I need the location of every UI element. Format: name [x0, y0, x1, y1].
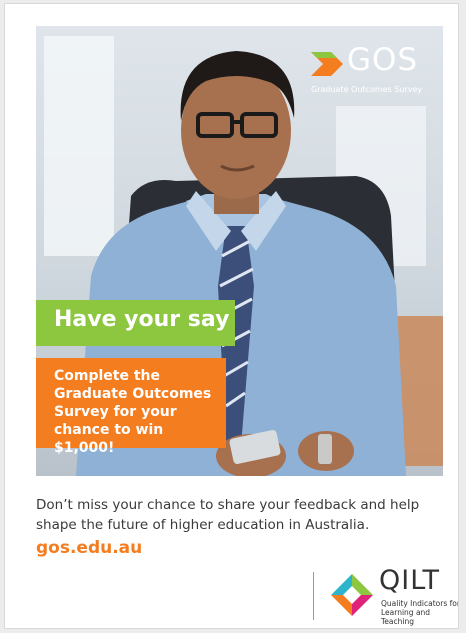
qilt-subtitle: Quality Indicators for Learning and Teac…: [381, 599, 459, 626]
headline-banner: Have your say: [36, 300, 235, 346]
gos-arrow-icon: [311, 52, 343, 76]
promo-banner: Complete the Graduate Outcomes Survey fo…: [36, 358, 226, 456]
qilt-mark-icon: [331, 574, 373, 616]
qilt-logo: QILT Quality Indicators for Learning and…: [313, 565, 459, 626]
gos-logo-text: GOS: [347, 42, 419, 78]
promo-text: Complete the Graduate Outcomes Survey fo…: [54, 368, 212, 456]
poster: GOS Graduate Outcomes Survey Have your s…: [4, 3, 459, 629]
description: Don’t miss your chance to share your fee…: [36, 497, 420, 533]
gos-logo: GOS Graduate Outcomes Survey: [311, 42, 431, 96]
gos-logo-subtitle: Graduate Outcomes Survey: [311, 85, 423, 94]
headline: Have your say: [54, 307, 230, 332]
logo-divider: [313, 572, 314, 620]
qilt-name: QILT: [379, 565, 441, 596]
website-link[interactable]: gos.edu.au: [36, 538, 142, 558]
